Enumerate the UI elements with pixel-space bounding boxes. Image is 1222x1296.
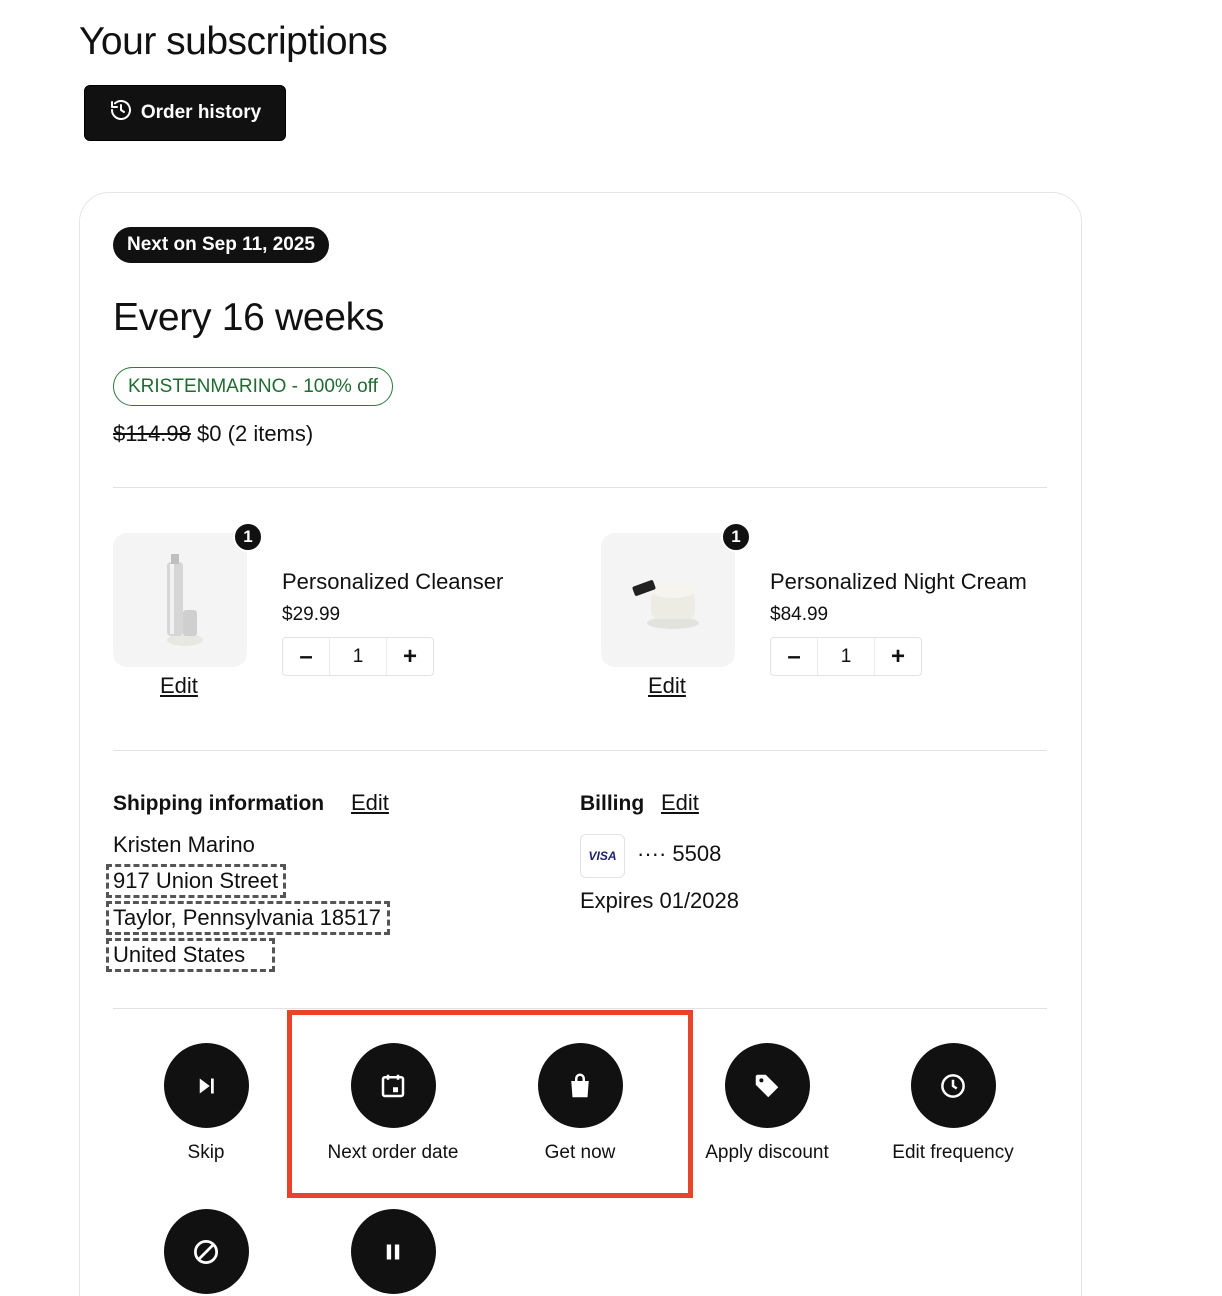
price-summary: $114.98 $0 (2 items) <box>113 421 313 447</box>
highlight-annotation <box>287 1010 693 1198</box>
edit-frequency-action: Edit frequency <box>868 1043 1038 1164</box>
edit-frequency-label[interactable]: Edit frequency <box>892 1142 1013 1164</box>
apply-discount-label[interactable]: Apply discount <box>705 1142 829 1164</box>
order-history-label: Order history <box>140 102 262 123</box>
edit-product-link[interactable]: Edit <box>648 673 686 699</box>
discount-pill: KRISTENMARINO - 100% off <box>113 367 393 406</box>
pause-subscription-button[interactable] <box>350 1209 436 1294</box>
current-price: $0 <box>197 421 222 446</box>
cancel-icon <box>194 1239 218 1264</box>
clock-icon <box>941 1073 965 1098</box>
pause-icon <box>386 1244 400 1259</box>
shipping-city-line: Taylor, Pennsylvania 18517 <box>106 901 390 935</box>
increase-quantity-button[interactable]: + <box>387 638 433 675</box>
page-title: Your subscriptions <box>79 20 388 63</box>
product-name: Personalized Night Cream <box>770 569 1027 594</box>
visa-card-icon: VISA <box>580 834 625 878</box>
billing-heading: Billing <box>580 792 645 815</box>
tag-icon <box>755 1074 779 1097</box>
shipping-heading: Shipping information <box>113 792 325 815</box>
divider <box>113 1008 1047 1009</box>
order-history-button[interactable]: Order history <box>84 85 286 141</box>
increase-quantity-button[interactable]: + <box>875 638 921 675</box>
product-name: Personalized Cleanser <box>282 569 504 594</box>
decrease-quantity-button[interactable]: – <box>283 638 329 675</box>
quantity-badge: 1 <box>721 522 751 552</box>
cancel-subscription-button[interactable] <box>163 1209 249 1294</box>
shipping-name: Kristen Marino <box>113 832 255 857</box>
quantity-value[interactable]: 1 <box>817 638 875 675</box>
pause-action <box>308 1209 478 1294</box>
product-price: $84.99 <box>770 604 829 625</box>
divider <box>113 750 1047 751</box>
card-expiry: Expires 01/2028 <box>580 888 739 913</box>
skip-action: Skip <box>121 1043 291 1164</box>
next-order-badge: Next on Sep 11, 2025 <box>113 227 329 263</box>
card-number: ···· 5508 <box>637 841 722 866</box>
divider <box>113 487 1047 488</box>
cancel-action <box>121 1209 291 1294</box>
edit-shipping-link[interactable]: Edit <box>351 790 389 816</box>
product-image-cleanser[interactable] <box>113 533 247 667</box>
product-price: $29.99 <box>282 604 341 625</box>
original-price: $114.98 <box>113 421 191 446</box>
edit-billing-link[interactable]: Edit <box>661 790 699 816</box>
quantity-stepper: – 1 + <box>282 637 434 676</box>
edit-frequency-button[interactable] <box>910 1043 996 1128</box>
skip-label[interactable]: Skip <box>188 1142 225 1164</box>
apply-discount-button[interactable] <box>724 1043 810 1128</box>
skip-next-icon <box>199 1078 214 1093</box>
item-count: (2 items) <box>227 421 314 446</box>
quantity-badge: 1 <box>233 522 263 552</box>
shipping-street: 917 Union Street <box>105 864 287 898</box>
quantity-stepper: – 1 + <box>770 637 922 676</box>
skip-button[interactable] <box>163 1043 249 1128</box>
shipping-country: United States <box>105 938 276 972</box>
apply-discount-action: Apply discount <box>682 1043 852 1164</box>
history-icon <box>109 98 133 128</box>
decrease-quantity-button[interactable]: – <box>771 638 817 675</box>
quantity-value[interactable]: 1 <box>329 638 387 675</box>
frequency-title: Every 16 weeks <box>113 296 385 339</box>
edit-product-link[interactable]: Edit <box>160 673 198 699</box>
product-image-night-cream[interactable] <box>601 533 735 667</box>
